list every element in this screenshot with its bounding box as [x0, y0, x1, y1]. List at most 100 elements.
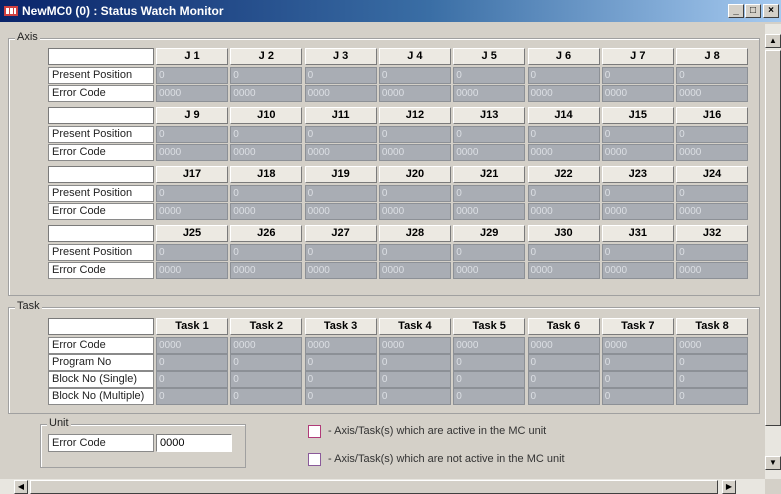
present-position-cell: 0 [230, 244, 303, 261]
task-row-label: Block No (Multiple) [48, 388, 154, 405]
close-button[interactable]: × [763, 4, 779, 18]
task-value-cell: 0 [304, 371, 377, 388]
axis-grid-corner [48, 166, 154, 183]
present-position-label: Present Position [48, 67, 154, 84]
axis-error-code-cell: 0000 [527, 262, 600, 279]
task-column-header: Task 7 [601, 318, 674, 335]
axis-error-code-cell: 0000 [601, 262, 674, 279]
scroll-right-arrow-icon[interactable]: ▶ [722, 480, 736, 494]
axis-error-code-cell: 0000 [378, 144, 451, 161]
task-value-cell: 0000 [156, 337, 228, 354]
axis-column-header: J27 [304, 225, 377, 242]
axis-error-code-cell: 0000 [230, 85, 303, 102]
axis-column-header: J10 [230, 107, 303, 124]
axis-error-code-cell: 0000 [676, 85, 749, 102]
task-column-header: Task 6 [527, 318, 600, 335]
task-row-label: Error Code [48, 337, 154, 354]
axis-error-code-label: Error Code [48, 85, 154, 102]
axis-column-header: J 7 [601, 48, 674, 65]
axis-column-header: J 6 [527, 48, 600, 65]
task-value-cell: 0000 [601, 337, 674, 354]
axis-column-header: J 2 [230, 48, 303, 65]
axis-column-header: J29 [453, 225, 526, 242]
axis-error-code-cell: 0000 [527, 85, 600, 102]
axis-column-header: J21 [453, 166, 526, 183]
task-column-header: Task 1 [156, 318, 228, 335]
axis-error-code-cell: 0000 [378, 262, 451, 279]
task-value-cell: 0 [378, 388, 451, 405]
task-value-cell: 0 [601, 388, 674, 405]
present-position-cell: 0 [601, 185, 674, 202]
horizontal-scroll-thumb[interactable] [30, 480, 718, 494]
axis-error-code-cell: 0000 [230, 262, 303, 279]
vertical-scroll-thumb[interactable] [765, 50, 781, 426]
axis-column-header: J 9 [156, 107, 228, 124]
unit-error-code-field[interactable]: 0000 [156, 434, 232, 452]
present-position-cell: 0 [304, 126, 377, 143]
present-position-cell: 0 [676, 244, 749, 261]
present-position-cell: 0 [453, 244, 526, 261]
status-watch-monitor-window: NewMC0 (0) : Status Watch Monitor _ □ × … [0, 0, 781, 494]
task-value-cell: 0 [676, 354, 749, 371]
task-value-cell: 0 [304, 354, 377, 371]
task-value-cell: 0 [676, 388, 749, 405]
axis-error-code-cell: 0000 [378, 203, 451, 220]
axis-error-code-cell: 0000 [453, 85, 526, 102]
axis-column-header: J30 [527, 225, 600, 242]
horizontal-scrollbar[interactable]: ◀ ▶ [0, 479, 765, 494]
axis-column-header: J15 [601, 107, 674, 124]
task-value-cell: 0 [156, 354, 228, 371]
present-position-cell: 0 [453, 67, 526, 84]
scroll-up-arrow-icon[interactable]: ▲ [765, 34, 781, 48]
axis-column-header: J 1 [156, 48, 228, 65]
axis-column-header: J 3 [304, 48, 377, 65]
present-position-cell: 0 [156, 126, 228, 143]
task-column-header: Task 2 [230, 318, 303, 335]
axis-column-header: J 4 [378, 48, 451, 65]
axis-column-header: J13 [453, 107, 526, 124]
present-position-cell: 0 [601, 126, 674, 143]
task-value-cell: 0 [601, 371, 674, 388]
axis-error-code-cell: 0000 [156, 203, 228, 220]
present-position-cell: 0 [156, 185, 228, 202]
axis-column-header: J 5 [453, 48, 526, 65]
present-position-label: Present Position [48, 185, 154, 202]
present-position-cell: 0 [676, 67, 749, 84]
axis-error-code-cell: 0000 [230, 203, 303, 220]
task-value-cell: 0 [527, 354, 600, 371]
axis-error-code-label: Error Code [48, 144, 154, 161]
axis-error-code-cell: 0000 [527, 144, 600, 161]
inactive-legend-swatch [308, 453, 321, 466]
title-bar[interactable]: NewMC0 (0) : Status Watch Monitor _ □ × [0, 0, 781, 22]
axis-column-header: J11 [304, 107, 377, 124]
axis-error-code-cell: 0000 [304, 85, 377, 102]
task-value-cell: 0 [156, 388, 228, 405]
minimize-button[interactable]: _ [728, 4, 744, 18]
axis-error-code-cell: 0000 [601, 85, 674, 102]
active-legend-swatch [308, 425, 321, 438]
axis-column-header: J28 [378, 225, 451, 242]
present-position-cell: 0 [230, 185, 303, 202]
maximize-button[interactable]: □ [745, 4, 761, 18]
vertical-scrollbar[interactable]: ▲ ▼ [765, 24, 781, 479]
axis-column-header: J23 [601, 166, 674, 183]
task-value-cell: 0 [304, 388, 377, 405]
axis-error-code-cell: 0000 [304, 262, 377, 279]
present-position-label: Present Position [48, 126, 154, 143]
task-value-cell: 0 [527, 371, 600, 388]
active-legend-text: - Axis/Task(s) which are active in the M… [328, 425, 547, 437]
task-value-cell: 0 [230, 371, 303, 388]
axis-column-header: J18 [230, 166, 303, 183]
axis-error-code-cell: 0000 [453, 203, 526, 220]
axis-grid-corner [48, 225, 154, 242]
axis-error-code-cell: 0000 [676, 203, 749, 220]
task-value-cell: 0 [230, 354, 303, 371]
axis-error-code-cell: 0000 [304, 203, 377, 220]
scroll-down-arrow-icon[interactable]: ▼ [765, 456, 781, 470]
scroll-left-arrow-icon[interactable]: ◀ [14, 480, 28, 494]
present-position-cell: 0 [304, 67, 377, 84]
task-value-cell: 0 [676, 371, 749, 388]
axis-error-code-cell: 0000 [601, 144, 674, 161]
axis-error-code-cell: 0000 [453, 144, 526, 161]
axis-grid-corner [48, 107, 154, 124]
